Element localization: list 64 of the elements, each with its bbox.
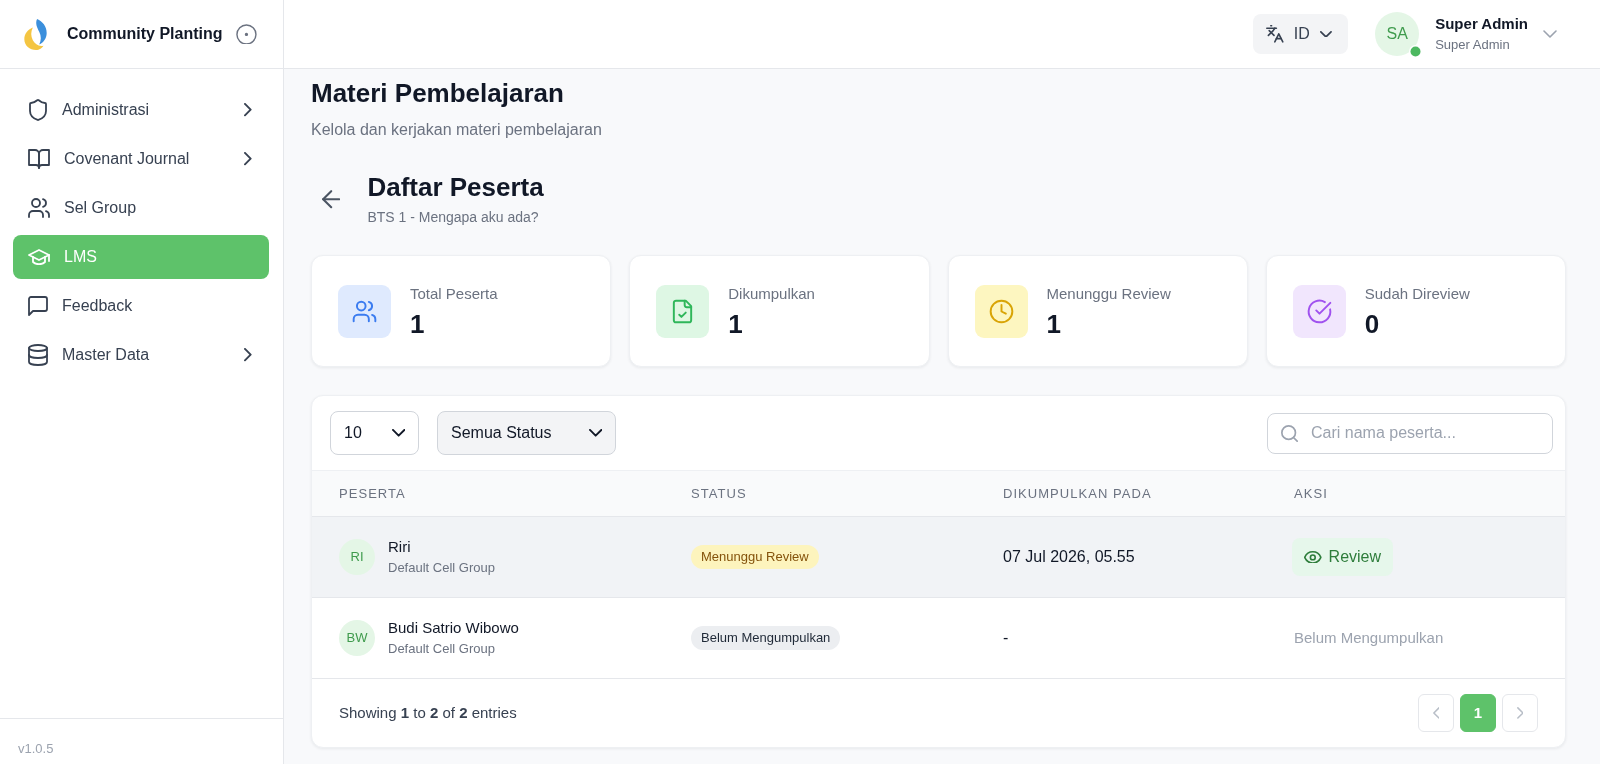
column-header: STATUS [691,484,747,503]
logo-icon [22,17,49,51]
section-subtitle: BTS 1 - Mengapa aku ada? [367,208,540,227]
search-icon [1281,424,1298,442]
brand-name: Community Planting [67,24,223,44]
users-icon [338,284,391,338]
user-avatar: BW [339,620,375,656]
page-size-select[interactable]: 10 [330,411,419,455]
search-field[interactable]: Cari nama peserta... [1267,412,1553,454]
chevron-down-icon[interactable] [1543,30,1557,38]
page-subtitle: Kelola dan kerjakan materi pembelajaran [311,120,603,140]
chat-bubble-icon [28,296,48,316]
users-icon [28,198,50,218]
sidebar-item[interactable]: Feedback [13,284,269,328]
status-filter-select[interactable]: Semua Status [437,411,616,455]
entries-summary: Showing 1 to 2 of 2 entries [339,702,517,723]
status-badge: Belum Mengumpulkan [691,626,841,650]
user-avatar: RI [339,539,375,575]
page-title: Materi Pembelajaran [311,78,565,109]
sidebar-item[interactable]: Covenant Journal [13,137,269,181]
stat-value: 1 [410,308,426,339]
shield-icon [29,99,47,121]
language-button[interactable]: ID [1253,14,1349,54]
sidebar-item[interactable]: Master Data [13,333,269,377]
participant-group: Default Cell Group [388,640,519,658]
circle-dot-icon[interactable] [236,23,257,45]
clock-icon [974,284,1028,338]
arrow-left-icon [322,190,341,209]
stat-value: 1 [728,308,744,339]
stat-value: 1 [1046,308,1062,339]
chevron-down-icon [391,429,405,437]
stat-label: Total Peserta [410,283,498,304]
participant-name: Budi Satrio Wibowo [388,618,519,638]
status-badge: Menunggu Review [691,545,819,569]
submitted-date: - [1003,629,1009,646]
participant-group: Default Cell Group [388,559,495,577]
chevron-right-icon [1516,707,1524,719]
submitted-date: 07 Jul 2026, 05.55 [1003,548,1135,565]
version-text: v1.0.5 [18,741,54,756]
file-check-icon [656,284,710,338]
chevron-down-icon [1319,30,1332,38]
stat-label: Dikumpulkan [728,283,815,304]
book-icon [28,149,50,169]
user-role: Super Admin [1435,36,1511,54]
action-status-text: Belum Mengumpulkan [1294,628,1444,646]
stat-label: Sudah Direview [1364,283,1470,304]
translate-icon [1266,25,1284,43]
database-icon [28,344,48,366]
sidebar-item[interactable]: Sel Group [13,186,269,230]
eye-icon [1304,550,1322,564]
sidebar-item[interactable]: Administrasi [13,88,269,132]
back-button[interactable] [322,190,341,209]
column-header: DIKUMPULKAN PADA [1003,484,1152,503]
stat-value: 0 [1364,308,1381,339]
column-header: AKSI [1294,484,1328,503]
chevron-down-icon [588,429,602,437]
stat-label: Menunggu Review [1046,283,1171,304]
participant-name: Riri [388,537,412,557]
user-name: Super Admin [1435,14,1528,34]
column-header: PESERTA [339,484,406,503]
chevron-left-icon [1432,707,1440,719]
section-title: Daftar Peserta [367,172,544,203]
review-button[interactable]: Review [1292,538,1394,576]
graduation-cap-icon [28,249,50,265]
